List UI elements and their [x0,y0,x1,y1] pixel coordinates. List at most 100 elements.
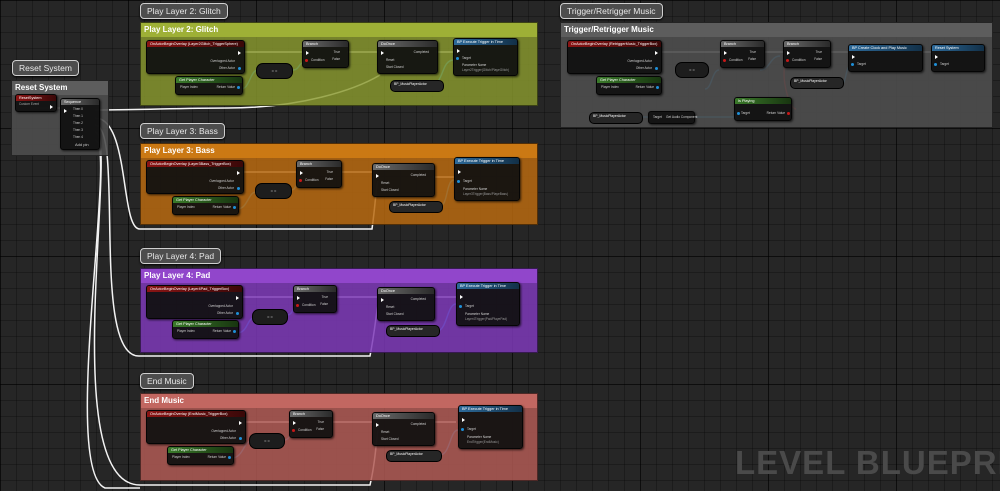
bool-pin-icon[interactable] [296,304,299,307]
bass-execute-trigger-node[interactable]: BP Execute Trigger in Time Target Parame… [454,157,520,201]
trigger-get-player-node[interactable]: Get Player Character Player Index Return… [596,76,662,95]
exec-pin-icon[interactable] [458,170,461,174]
get-audio-component-node[interactable]: Target Get Audio Component [648,111,697,124]
object-pin-icon[interactable] [851,63,854,66]
reset-system-event-node[interactable]: ResetSystem Custom Event [15,94,57,112]
bool-pin-icon[interactable] [292,429,295,432]
end-equals-node[interactable]: = = [249,433,285,449]
exec-pin-icon[interactable] [381,298,384,302]
pad-overlap-event-node[interactable]: OnActorBeginOverlay (Layer4Pad_TriggerBo… [146,285,243,319]
end-music-player-var[interactable]: BP_MusicPlayerActor [386,450,442,462]
glitch-get-player-node[interactable]: Get Player Character Player Index Return… [175,76,243,95]
trigger-branch-node-2[interactable]: Branch True False Condition [783,40,831,68]
trigger-branch-node-1[interactable]: Branch True False Condition [720,40,765,68]
exec-pin-icon[interactable] [724,51,727,55]
end-execute-trigger-node[interactable]: BP Execute Trigger in Time Target Parame… [458,405,523,449]
exec-pin-icon[interactable] [852,55,855,59]
glitch-equals-node[interactable]: = = [256,63,293,79]
object-pin-icon[interactable] [238,67,241,70]
bool-pin-icon[interactable] [723,59,726,62]
glitch-overlap-event-node[interactable]: OnActorBeginOverlay (Layer2Glitch_Trigge… [146,40,245,74]
glitch-doonce-branch-node[interactable]: Branch True False Condition [302,40,349,68]
object-pin-icon[interactable] [456,57,459,60]
object-pin-icon[interactable] [237,187,240,190]
trigger-music-player-var-2[interactable]: BP_MusicPlayerActor [589,112,643,124]
exec-pin-icon[interactable] [381,51,384,55]
group-bubble-bass[interactable]: Play Layer 3: Bass [140,123,225,139]
bool-pin-icon[interactable] [787,112,790,115]
trigger-music-player-var[interactable]: BP_MusicPlayerActor [790,77,844,89]
trigger-equals-node[interactable]: = = [675,62,709,78]
bass-music-player-var[interactable]: BP_MusicPlayerActor [389,201,443,213]
exec-pin-icon[interactable] [64,109,67,113]
object-pin-icon[interactable] [233,206,236,209]
object-pin-icon[interactable] [233,330,236,333]
object-pin-icon[interactable] [457,180,460,183]
sequence-node[interactable]: Sequence Then 0 Then 1 Then 2 Then 3 The… [60,98,100,150]
glitch-doonce-node[interactable]: DoOnce Completed Reset Start Closed [377,40,438,74]
exec-pin-icon[interactable] [297,296,300,300]
group-bubble-reset[interactable]: Reset System [12,60,79,76]
trigger-overlap-event-node[interactable]: OnActorBeginOverlay (RetriggerMusic_Trig… [567,40,662,74]
exec-pin-icon[interactable] [237,171,240,175]
bass-branch-node[interactable]: Branch True False Condition [296,160,342,188]
exec-pin-icon[interactable] [787,51,790,55]
end-branch-node[interactable]: Branch True False Condition [289,410,333,438]
bass-equals-node[interactable]: = = [255,183,292,199]
bass-doonce-node[interactable]: DoOnce Completed Reset Start Closed [372,163,435,197]
param-value-field[interactable]: Layer2Trigger(Glitch/PlayeGlitch) [462,68,509,72]
pad-execute-trigger-node[interactable]: BP Execute Trigger in Time Target Parame… [456,282,520,326]
object-pin-icon[interactable] [228,456,231,459]
exec-pin-icon[interactable] [376,423,379,427]
object-pin-icon[interactable] [656,86,659,89]
object-pin-icon[interactable] [236,312,239,315]
exec-pin-icon[interactable] [50,105,53,109]
bool-pin-icon[interactable] [299,179,302,182]
bool-pin-icon[interactable] [305,59,308,62]
exec-pin-icon[interactable] [655,51,658,55]
group-bubble-pad[interactable]: Play Layer 4: Pad [140,248,222,264]
object-pin-icon[interactable] [737,112,740,115]
group-bubble-trigger[interactable]: Trigger/Retrigger Music [560,3,663,19]
reset-system-call-node[interactable]: Reset System Target [931,44,985,72]
exec-pin-icon[interactable] [306,51,309,55]
bass-overlap-event-node[interactable]: OnActorBeginOverlay (Layer3Bass_TriggerB… [146,160,244,194]
end-get-player-node[interactable]: Get Player Character Player Index Return… [167,446,234,465]
add-pin-button[interactable]: Add pin [75,142,89,147]
exec-pin-icon[interactable] [238,51,241,55]
glitch-execute-trigger-node[interactable]: BP Execute Trigger in Time Target Parame… [453,38,518,76]
pad-equals-node[interactable]: = = [252,309,288,325]
pad-music-player-var[interactable]: BP_MusicPlayerActor [386,325,440,337]
exec-pin-icon[interactable] [376,174,379,178]
exec-pin-icon[interactable] [935,55,938,59]
object-pin-icon[interactable] [237,86,240,89]
bool-pin-icon[interactable] [786,59,789,62]
glitch-music-player-var[interactable]: BP_MusicPlayerActor [390,80,444,92]
exec-pin-icon[interactable] [457,49,460,53]
pad-doonce-node[interactable]: DoOnce Completed Reset Start Closed [377,287,435,321]
pad-get-player-node[interactable]: Get Player Character Player Index Return… [172,320,239,339]
exec-pin-icon[interactable] [293,421,296,425]
group-bubble-glitch[interactable]: Play Layer 2: Glitch [140,3,228,19]
group-bubble-end[interactable]: End Music [140,373,194,389]
create-clock-play-node[interactable]: BP Create Clock and Play Music Target [848,44,923,72]
object-pin-icon[interactable] [461,428,464,431]
end-doonce-node[interactable]: DoOnce Completed Reset Start Closed [372,412,435,446]
param-value-field[interactable]: Layer4Trigger(Pad/PlayePad) [465,317,507,321]
exec-pin-icon[interactable] [300,171,303,175]
blueprint-graph-canvas[interactable]: Play Layer 2: Glitch Trigger/Retrigger M… [0,0,1000,491]
pad-branch-node[interactable]: Branch True False Condition [293,285,337,313]
is-playing-node[interactable]: Is Playing Target Return Value [734,97,792,121]
param-value-field[interactable]: EndTrigger(EndMusic) [467,440,499,444]
bass-get-player-node[interactable]: Get Player Character Player Index Return… [172,196,239,215]
object-pin-icon[interactable] [934,63,937,66]
object-pin-icon[interactable] [239,437,242,440]
end-overlap-event-node[interactable]: OnActorBeginOverlay (EndMusic_TriggerBox… [146,410,246,444]
object-pin-icon[interactable] [459,305,462,308]
exec-pin-icon[interactable] [236,296,239,300]
object-pin-icon[interactable] [655,67,658,70]
exec-pin-icon[interactable] [239,421,242,425]
exec-pin-icon[interactable] [462,418,465,422]
exec-pin-icon[interactable] [460,295,463,299]
param-value-field[interactable]: Layer3Trigger(Bass/PlayeBass) [463,192,508,196]
